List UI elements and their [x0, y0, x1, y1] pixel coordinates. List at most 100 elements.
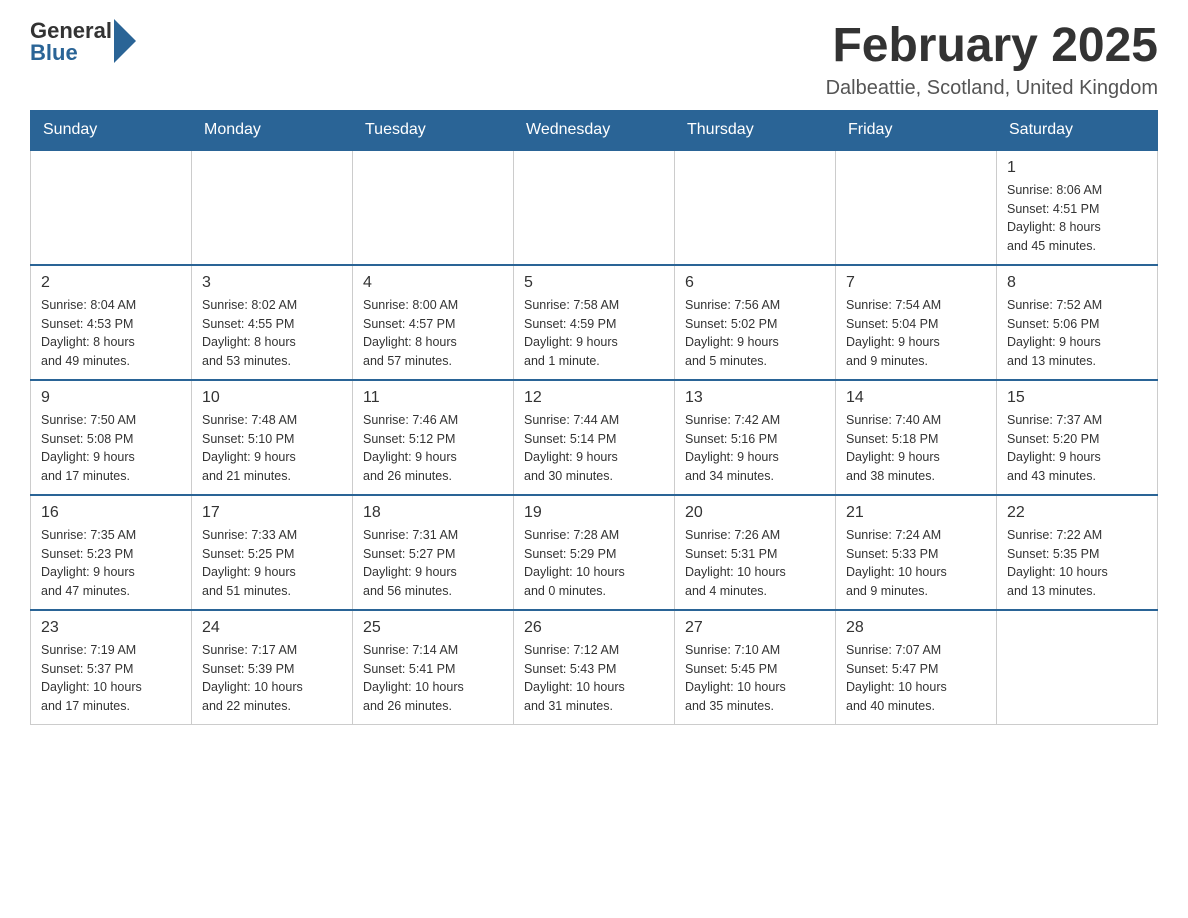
day-number: 8 [1007, 274, 1147, 292]
weekday-header-row: SundayMondayTuesdayWednesdayThursdayFrid… [31, 110, 1158, 150]
calendar-cell: 2 Sunrise: 8:04 AMSunset: 4:53 PMDaylight… [31, 265, 192, 380]
weekday-header-tuesday: Tuesday [353, 110, 514, 150]
week-row-2: 2 Sunrise: 8:04 AMSunset: 4:53 PMDaylight… [31, 265, 1158, 380]
week-row-4: 16 Sunrise: 7:35 AMSunset: 5:23 PMDayligh… [31, 495, 1158, 610]
day-info: Sunrise: 7:56 AMSunset: 5:02 PMDaylight:… [685, 296, 825, 371]
calendar-cell [192, 150, 353, 265]
calendar-cell: 22Sunrise: 7:22 AMSunset: 5:35 PMDayligh… [997, 495, 1158, 610]
day-info: Sunrise: 7:19 AMSunset: 5:37 PMDaylight:… [41, 641, 181, 716]
calendar-cell: 24Sunrise: 7:17 AMSunset: 5:39 PMDayligh… [192, 610, 353, 725]
day-info: Sunrise: 7:14 AMSunset: 5:41 PMDaylight:… [363, 641, 503, 716]
day-info: Sunrise: 7:24 AMSunset: 5:33 PMDaylight:… [846, 526, 986, 601]
calendar-cell: 23Sunrise: 7:19 AMSunset: 5:37 PMDayligh… [31, 610, 192, 725]
calendar-cell [675, 150, 836, 265]
day-number: 5 [524, 274, 664, 292]
weekday-header-monday: Monday [192, 110, 353, 150]
calendar-cell [353, 150, 514, 265]
day-number: 25 [363, 619, 503, 637]
calendar-cell: 15 Sunrise: 7:37 AMSunset: 5:20 PMDayligh… [997, 380, 1158, 495]
day-info: Sunrise: 7:48 AMSunset: 5:10 PMDaylight:… [202, 411, 342, 486]
calendar-cell: 20Sunrise: 7:26 AMSunset: 5:31 PMDayligh… [675, 495, 836, 610]
calendar-cell: 28 Sunrise: 7:07 AMSunset: 5:47 PMDayligh… [836, 610, 997, 725]
page-header: General Blue February 2025 Dalbeattie, S… [30, 20, 1158, 100]
day-number: 17 [202, 504, 342, 522]
day-info: Sunrise: 7:12 AMSunset: 5:43 PMDaylight:… [524, 641, 664, 716]
weekday-header-thursday: Thursday [675, 110, 836, 150]
logo: General Blue [30, 20, 136, 64]
logo-general: General [30, 20, 112, 42]
weekday-header-wednesday: Wednesday [514, 110, 675, 150]
day-number: 12 [524, 389, 664, 407]
calendar-cell: 26 Sunrise: 7:12 AMSunset: 5:43 PMDayligh… [514, 610, 675, 725]
calendar-cell: 14 Sunrise: 7:40 AMSunset: 5:18 PMDayligh… [836, 380, 997, 495]
day-info: Sunrise: 8:06 AMSunset: 4:51 PMDaylight:… [1007, 181, 1147, 256]
calendar-cell: 7Sunrise: 7:54 AMSunset: 5:04 PMDaylight… [836, 265, 997, 380]
day-number: 21 [846, 504, 986, 522]
day-info: Sunrise: 8:04 AMSunset: 4:53 PMDaylight:… [41, 296, 181, 371]
day-info: Sunrise: 8:02 AMSunset: 4:55 PMDaylight:… [202, 296, 342, 371]
day-number: 28 [846, 619, 986, 637]
calendar-cell: 16 Sunrise: 7:35 AMSunset: 5:23 PMDayligh… [31, 495, 192, 610]
calendar-cell: 1 Sunrise: 8:06 AMSunset: 4:51 PMDaylight… [997, 150, 1158, 265]
day-info: Sunrise: 7:42 AMSunset: 5:16 PMDaylight:… [685, 411, 825, 486]
day-info: Sunrise: 7:40 AMSunset: 5:18 PMDaylight:… [846, 411, 986, 486]
calendar-cell: 5 Sunrise: 7:58 AMSunset: 4:59 PMDaylight… [514, 265, 675, 380]
day-info: Sunrise: 7:58 AMSunset: 4:59 PMDaylight:… [524, 296, 664, 371]
title-area: February 2025 Dalbeattie, Scotland, Unit… [826, 20, 1158, 100]
calendar-cell: 12 Sunrise: 7:44 AMSunset: 5:14 PMDayligh… [514, 380, 675, 495]
day-info: Sunrise: 7:22 AMSunset: 5:35 PMDaylight:… [1007, 526, 1147, 601]
day-number: 13 [685, 389, 825, 407]
day-info: Sunrise: 7:28 AMSunset: 5:29 PMDaylight:… [524, 526, 664, 601]
day-info: Sunrise: 8:00 AMSunset: 4:57 PMDaylight:… [363, 296, 503, 371]
day-number: 3 [202, 274, 342, 292]
day-number: 27 [685, 619, 825, 637]
day-number: 2 [41, 274, 181, 292]
day-info: Sunrise: 7:17 AMSunset: 5:39 PMDaylight:… [202, 641, 342, 716]
day-number: 1 [1007, 159, 1147, 177]
calendar-subtitle: Dalbeattie, Scotland, United Kingdom [826, 77, 1158, 100]
day-info: Sunrise: 7:52 AMSunset: 5:06 PMDaylight:… [1007, 296, 1147, 371]
calendar-cell [836, 150, 997, 265]
day-number: 15 [1007, 389, 1147, 407]
weekday-header-friday: Friday [836, 110, 997, 150]
day-number: 4 [363, 274, 503, 292]
day-info: Sunrise: 7:44 AMSunset: 5:14 PMDaylight:… [524, 411, 664, 486]
logo-arrow-icon [114, 19, 136, 63]
day-number: 10 [202, 389, 342, 407]
day-info: Sunrise: 7:37 AMSunset: 5:20 PMDaylight:… [1007, 411, 1147, 486]
day-info: Sunrise: 7:31 AMSunset: 5:27 PMDaylight:… [363, 526, 503, 601]
calendar-cell: 11Sunrise: 7:46 AMSunset: 5:12 PMDayligh… [353, 380, 514, 495]
calendar-cell: 10 Sunrise: 7:48 AMSunset: 5:10 PMDayligh… [192, 380, 353, 495]
day-number: 14 [846, 389, 986, 407]
weekday-header-saturday: Saturday [997, 110, 1158, 150]
day-number: 16 [41, 504, 181, 522]
calendar-cell: 3 Sunrise: 8:02 AMSunset: 4:55 PMDaylight… [192, 265, 353, 380]
calendar-cell: 9 Sunrise: 7:50 AMSunset: 5:08 PMDaylight… [31, 380, 192, 495]
calendar-table: SundayMondayTuesdayWednesdayThursdayFrid… [30, 110, 1158, 725]
day-info: Sunrise: 7:10 AMSunset: 5:45 PMDaylight:… [685, 641, 825, 716]
calendar-cell: 8 Sunrise: 7:52 AMSunset: 5:06 PMDaylight… [997, 265, 1158, 380]
calendar-cell [31, 150, 192, 265]
calendar-cell: 13 Sunrise: 7:42 AMSunset: 5:16 PMDayligh… [675, 380, 836, 495]
week-row-5: 23Sunrise: 7:19 AMSunset: 5:37 PMDayligh… [31, 610, 1158, 725]
day-info: Sunrise: 7:07 AMSunset: 5:47 PMDaylight:… [846, 641, 986, 716]
day-info: Sunrise: 7:54 AMSunset: 5:04 PMDaylight:… [846, 296, 986, 371]
weekday-header-sunday: Sunday [31, 110, 192, 150]
week-row-3: 9 Sunrise: 7:50 AMSunset: 5:08 PMDaylight… [31, 380, 1158, 495]
day-info: Sunrise: 7:35 AMSunset: 5:23 PMDaylight:… [41, 526, 181, 601]
calendar-cell: 6 Sunrise: 7:56 AMSunset: 5:02 PMDaylight… [675, 265, 836, 380]
calendar-cell: 25 Sunrise: 7:14 AMSunset: 5:41 PMDayligh… [353, 610, 514, 725]
day-number: 6 [685, 274, 825, 292]
day-info: Sunrise: 7:33 AMSunset: 5:25 PMDaylight:… [202, 526, 342, 601]
week-row-1: 1 Sunrise: 8:06 AMSunset: 4:51 PMDaylight… [31, 150, 1158, 265]
calendar-cell: 17 Sunrise: 7:33 AMSunset: 5:25 PMDayligh… [192, 495, 353, 610]
calendar-cell: 19Sunrise: 7:28 AMSunset: 5:29 PMDayligh… [514, 495, 675, 610]
day-number: 18 [363, 504, 503, 522]
day-number: 9 [41, 389, 181, 407]
calendar-title: February 2025 [826, 20, 1158, 73]
calendar-cell: 18 Sunrise: 7:31 AMSunset: 5:27 PMDayligh… [353, 495, 514, 610]
day-number: 26 [524, 619, 664, 637]
day-info: Sunrise: 7:50 AMSunset: 5:08 PMDaylight:… [41, 411, 181, 486]
calendar-cell: 21 Sunrise: 7:24 AMSunset: 5:33 PMDayligh… [836, 495, 997, 610]
calendar-cell: 27 Sunrise: 7:10 AMSunset: 5:45 PMDayligh… [675, 610, 836, 725]
